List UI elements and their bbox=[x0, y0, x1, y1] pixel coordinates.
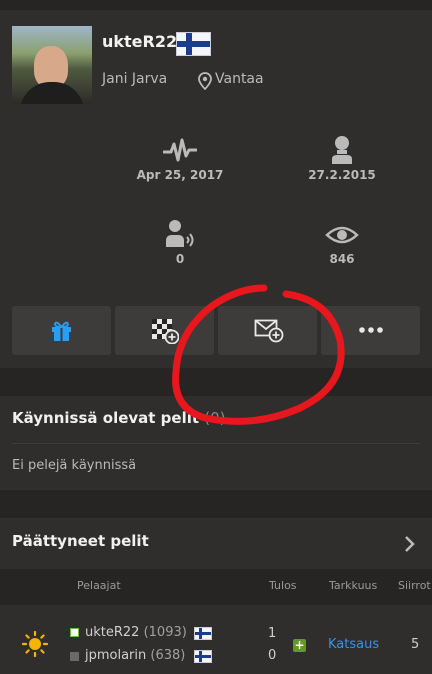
black-player[interactable]: jpmolarin (638) bbox=[85, 648, 185, 663]
col-accuracy: Tarkkuus bbox=[329, 579, 378, 592]
finished-games-table-header: Pelaajat Tulos Tarkkuus Siirrot bbox=[0, 569, 432, 605]
review-link[interactable]: Katsaus bbox=[328, 637, 379, 652]
send-message-button[interactable] bbox=[218, 306, 317, 355]
black-score: 0 bbox=[268, 648, 277, 663]
divider bbox=[12, 443, 420, 444]
ongoing-games-section: Käynnissä olevat pelit (0) Ei pelejä käy… bbox=[0, 396, 432, 490]
black-piece-icon bbox=[70, 652, 79, 661]
activity-pulse-icon bbox=[163, 138, 197, 162]
more-button[interactable] bbox=[321, 306, 420, 355]
username: ukteR22 bbox=[102, 32, 178, 51]
gift-icon bbox=[52, 321, 71, 341]
followers-icon bbox=[166, 220, 194, 247]
location: Vantaa bbox=[215, 71, 264, 87]
ongoing-games-count: (0) bbox=[204, 409, 226, 427]
location-pin-icon bbox=[198, 72, 212, 90]
more-icon bbox=[359, 327, 383, 333]
ongoing-games-title: Käynnissä olevat pelit (0) bbox=[12, 409, 226, 427]
challenge-button[interactable] bbox=[115, 306, 214, 355]
moves-count: 5 bbox=[411, 637, 420, 652]
views-count: 846 bbox=[329, 252, 355, 266]
col-players: Pelaajat bbox=[77, 579, 121, 592]
finished-games-title: Päättyneet pelit bbox=[12, 532, 149, 550]
finished-games-header[interactable]: Päättyneet pelit bbox=[0, 518, 432, 569]
win-plus-icon: + bbox=[293, 638, 306, 652]
col-moves: Siirrot bbox=[398, 579, 431, 592]
chevron-right-icon[interactable] bbox=[403, 535, 415, 553]
finland-flag-icon bbox=[194, 650, 212, 663]
table-row[interactable]: ukteR22 (1093) jpmolarin (638) 1 0 + Kat… bbox=[0, 605, 432, 674]
followers-count: 0 bbox=[175, 252, 185, 266]
avatar[interactable] bbox=[12, 26, 92, 104]
profile-card: ukteR22 Jani Jarva Vantaa Apr 25, 2017 2… bbox=[0, 10, 432, 368]
eye-icon bbox=[325, 226, 359, 244]
finland-flag-icon bbox=[176, 32, 211, 56]
real-name: Jani Jarva bbox=[102, 71, 168, 87]
sun-icon bbox=[22, 631, 48, 657]
white-piece-icon bbox=[70, 628, 79, 637]
gift-button[interactable] bbox=[12, 306, 111, 355]
member-since-date: 27.2.2015 bbox=[308, 168, 376, 182]
user-icon bbox=[332, 136, 352, 164]
white-player[interactable]: ukteR22 (1093) bbox=[85, 625, 187, 640]
message-icon bbox=[254, 319, 284, 343]
challenge-icon bbox=[152, 319, 179, 344]
col-result: Tulos bbox=[269, 579, 297, 592]
finland-flag-icon bbox=[194, 627, 212, 640]
white-score: 1 bbox=[268, 626, 277, 641]
no-ongoing-games-text: Ei pelejä käynnissä bbox=[12, 458, 137, 473]
last-seen-date: Apr 25, 2017 bbox=[136, 168, 224, 182]
